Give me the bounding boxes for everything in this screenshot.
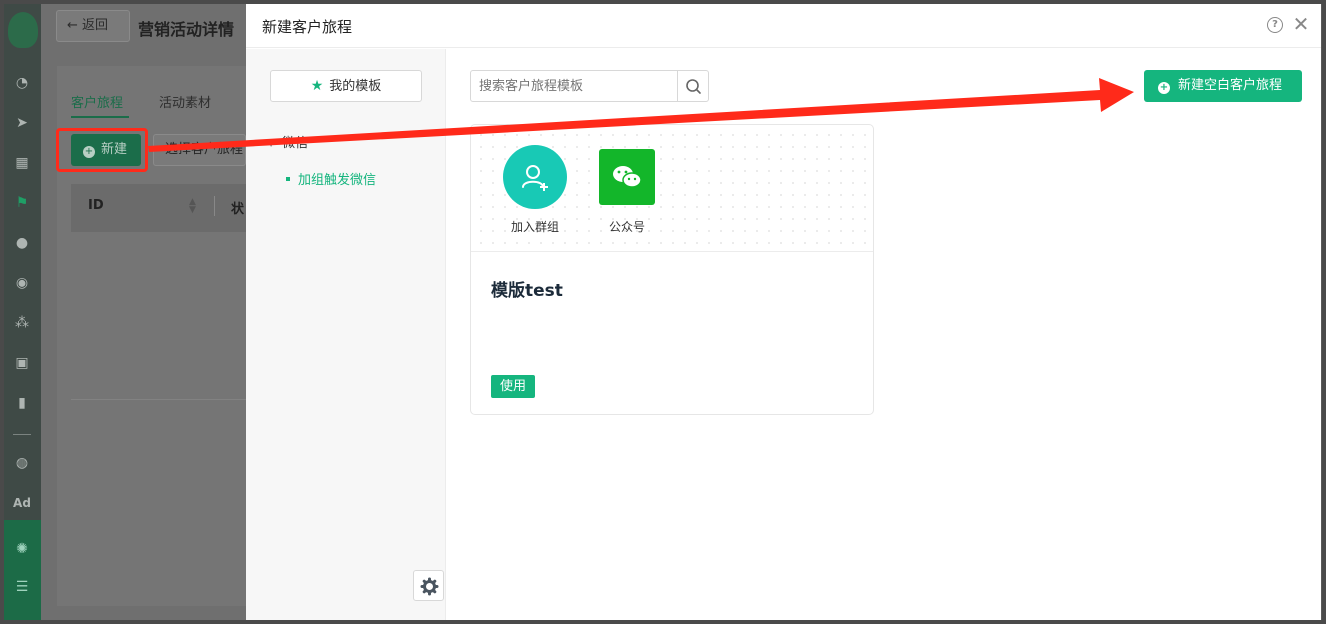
search-icon bbox=[686, 79, 701, 94]
my-templates-label: 我的模板 bbox=[329, 79, 382, 94]
caret-down-icon: ▼ bbox=[268, 139, 275, 148]
node-label: 公众号 bbox=[608, 220, 645, 234]
template-name: 模版test bbox=[491, 281, 563, 301]
settings-button[interactable] bbox=[413, 570, 444, 601]
use-template-button[interactable]: 使用 bbox=[491, 375, 535, 398]
template-card[interactable]: 加入群组 公众号 模版test 使用 bbox=[470, 124, 874, 415]
node-official-account: 公众号 bbox=[587, 145, 667, 235]
my-templates-button[interactable]: ★ 我的模板 bbox=[270, 70, 422, 102]
select-journey-button[interactable]: 选择客户旅程 bbox=[153, 134, 246, 166]
table-header: ID ▲ ▼ 状 bbox=[71, 184, 246, 232]
wechat-icon[interactable]: ◍ bbox=[13, 454, 31, 472]
new-blank-journey-button[interactable]: + 新建空白客户旅程 bbox=[1144, 70, 1302, 102]
users-icon[interactable]: ◉ bbox=[13, 274, 31, 292]
table-divider bbox=[71, 399, 246, 400]
tab-customer-journey[interactable]: 客户旅程 bbox=[71, 92, 123, 111]
rail-divider bbox=[13, 434, 31, 435]
user-icon[interactable]: ● bbox=[13, 234, 31, 252]
bookmark-icon[interactable]: ▣ bbox=[13, 354, 31, 372]
app-logo bbox=[8, 12, 38, 48]
search-button[interactable] bbox=[677, 70, 709, 102]
new-journey-drawer: 新建客户旅程 ? ✕ ★ 我的模板 ▼ 微信 加组触发微信 + 新建空白客户旅程 bbox=[246, 4, 1321, 620]
tree-group-wechat[interactable]: ▼ 微信 bbox=[268, 132, 308, 151]
column-header-id[interactable]: ID bbox=[88, 198, 104, 213]
background-page: ← 返回 营销活动详情 客户旅程 活动素材 bbox=[41, 4, 246, 620]
bar-chart-icon[interactable]: ▮ bbox=[13, 394, 31, 412]
column-header-status[interactable]: 状 bbox=[231, 198, 244, 217]
arrow-left-icon: ← bbox=[67, 18, 83, 33]
send-icon[interactable]: ➤ bbox=[13, 114, 31, 132]
drawer-header: 新建客户旅程 ? ✕ bbox=[246, 4, 1321, 48]
page-title: 营销活动详情 bbox=[138, 20, 235, 39]
tree-item-group-trigger-wechat[interactable]: 加组触发微信 bbox=[286, 169, 376, 188]
tree-group-label: 微信 bbox=[282, 136, 309, 151]
drawer-title: 新建客户旅程 bbox=[262, 18, 353, 36]
tab-activity-material[interactable]: 活动素材 bbox=[159, 92, 211, 111]
column-divider bbox=[214, 196, 215, 216]
plus-circle-icon: + bbox=[1158, 82, 1170, 94]
new-blank-label: 新建空白客户旅程 bbox=[1178, 78, 1283, 93]
ad-icon[interactable]: Ad bbox=[13, 494, 31, 512]
template-preview-canvas: 加入群组 公众号 bbox=[471, 125, 873, 252]
gear-icon bbox=[420, 577, 439, 596]
server-icon[interactable]: ☰ bbox=[13, 578, 31, 596]
back-label: 返回 bbox=[82, 18, 109, 33]
close-icon[interactable]: ✕ bbox=[1292, 14, 1310, 34]
add-user-icon bbox=[503, 145, 567, 209]
hub-icon[interactable]: ✺ bbox=[13, 540, 31, 558]
template-sidebar: ★ 我的模板 ▼ 微信 加组触发微信 bbox=[246, 49, 446, 620]
annotation-highlight-box bbox=[56, 128, 148, 172]
left-nav-rail: ◔ ➤ ▦ ⚑ ● ◉ ⁂ ▣ ▮ ◍ Ad ✺ ☰ bbox=[4, 4, 41, 620]
star-icon: ★ bbox=[310, 78, 324, 94]
tree-item-label: 加组触发微信 bbox=[298, 173, 377, 188]
node-join-group: 加入群组 bbox=[495, 145, 575, 235]
wechat-icon bbox=[599, 149, 655, 205]
back-button[interactable]: ← 返回 bbox=[56, 10, 130, 42]
rail-bottom-panel: ✺ ☰ bbox=[4, 520, 41, 620]
dashboard-icon[interactable]: ◔ bbox=[13, 74, 31, 92]
active-tab-indicator bbox=[71, 116, 129, 118]
template-search-input[interactable] bbox=[470, 70, 678, 102]
flag-icon[interactable]: ⚑ bbox=[13, 194, 31, 212]
group-icon[interactable]: ⁂ bbox=[13, 314, 31, 332]
layout-icon[interactable]: ▦ bbox=[13, 154, 31, 172]
sort-icon[interactable]: ▲ ▼ bbox=[189, 198, 196, 215]
bullet-icon bbox=[286, 177, 290, 181]
node-label: 加入群组 bbox=[510, 220, 559, 234]
help-icon[interactable]: ? bbox=[1267, 17, 1283, 33]
